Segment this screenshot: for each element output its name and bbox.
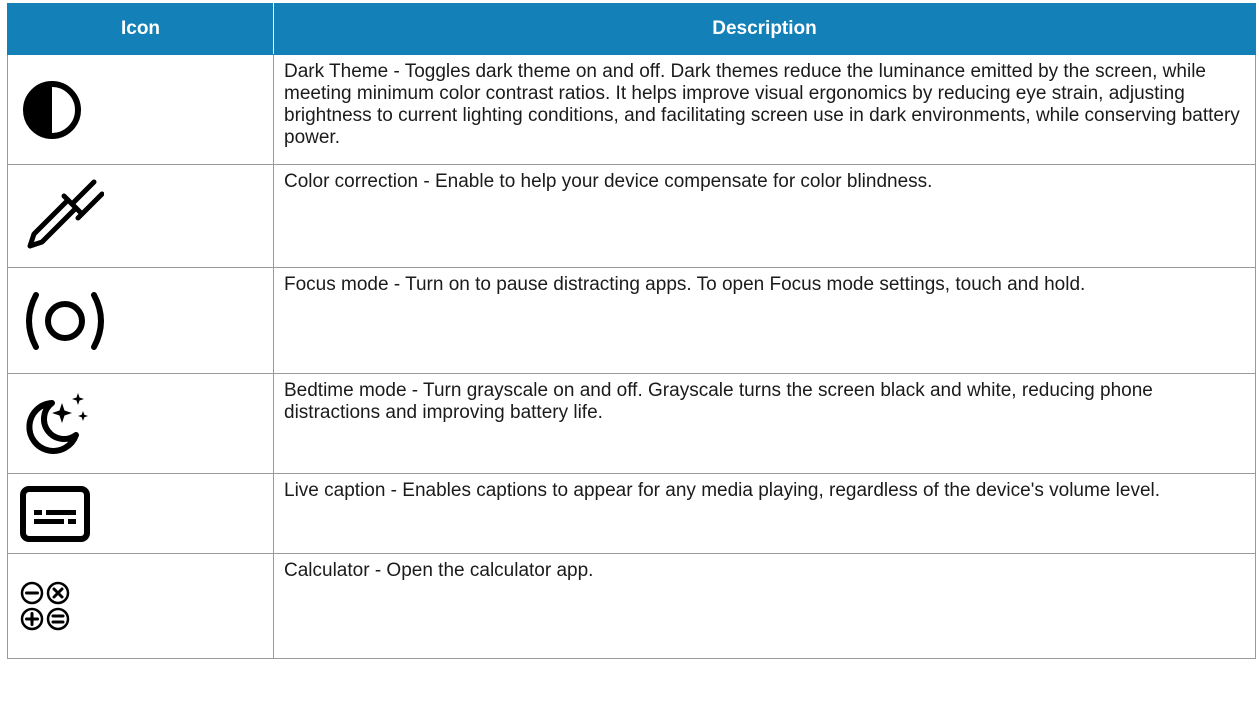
- table-header-row: Icon Description: [7, 3, 1256, 55]
- calculator-icon: [20, 581, 273, 631]
- table-row: Calculator - Open the calculator app.: [7, 553, 1256, 659]
- icon-cell: [7, 54, 274, 165]
- description-cell: Bedtime mode - Turn grayscale on and off…: [273, 373, 1256, 474]
- description-cell: Live caption - Enables captions to appea…: [273, 473, 1256, 554]
- quick-settings-icon-table: Icon Description Dark Theme - Toggles da…: [7, 3, 1256, 659]
- icon-cell: [7, 267, 274, 374]
- icon-column-header: Icon: [7, 3, 274, 55]
- description-cell: Color correction - Enable to help your d…: [273, 164, 1256, 268]
- table-row: Live caption - Enables captions to appea…: [7, 473, 1256, 554]
- description-cell: Focus mode - Turn on to pause distractin…: [273, 267, 1256, 374]
- description-cell: Dark Theme - Toggles dark theme on and o…: [273, 54, 1256, 165]
- description-column-header: Description: [273, 3, 1256, 55]
- icon-cell: [7, 164, 274, 268]
- focus-mode-icon: [20, 291, 273, 351]
- table-row: Bedtime mode - Turn grayscale on and off…: [7, 373, 1256, 474]
- table-row: Color correction - Enable to help your d…: [7, 164, 1256, 268]
- icon-cell: [7, 373, 274, 474]
- icon-cell: [7, 473, 274, 554]
- table-row: Focus mode - Turn on to pause distractin…: [7, 267, 1256, 374]
- description-cell: Calculator - Open the calculator app.: [273, 553, 1256, 659]
- icon-cell: [7, 553, 274, 659]
- live-caption-icon: [20, 485, 273, 542]
- dark-theme-icon: [20, 78, 273, 142]
- eyedropper-icon: [20, 174, 273, 258]
- table-row: Dark Theme - Toggles dark theme on and o…: [7, 54, 1256, 165]
- bedtime-moon-icon: [20, 389, 273, 459]
